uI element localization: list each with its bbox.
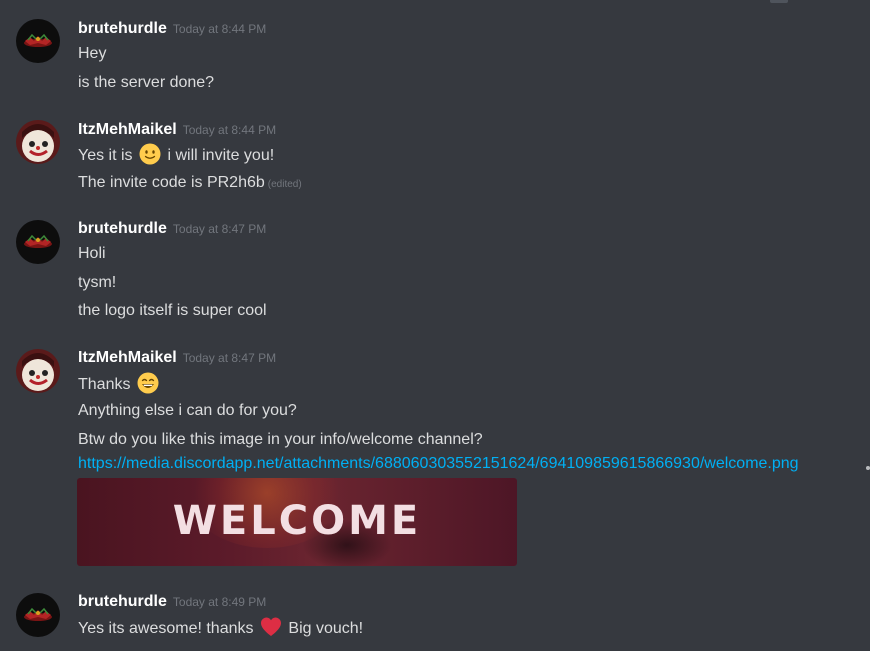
username[interactable]: brutehurdle — [78, 593, 167, 610]
message-text: Holi — [78, 245, 106, 262]
username[interactable]: brutehurdle — [78, 220, 167, 237]
message-text-part: Yes it is — [78, 147, 133, 164]
message-text-part: Yes its awesome! thanks — [78, 620, 254, 637]
message-text: Btw do you like this image in your info/… — [78, 431, 483, 448]
message-timestamp: Today at 8:49 PM — [172, 595, 267, 609]
slightly-smiling-face-emoji[interactable] — [139, 143, 161, 165]
scroll-indicator — [770, 0, 788, 3]
message-timestamp: Today at 8:44 PM — [172, 22, 267, 36]
username[interactable]: ItzMehMaikel — [78, 349, 177, 366]
message-text: Thanks — [78, 372, 161, 394]
message-text: Yes its awesome! thanks Big vouch! — [78, 616, 363, 638]
message-text-part: The invite code is PR2h6b — [78, 174, 265, 191]
avatar[interactable] — [16, 220, 60, 264]
message-text: the logo itself is super cool — [78, 302, 267, 319]
message-timestamp: Today at 8:44 PM — [182, 123, 277, 137]
avatar[interactable] — [16, 593, 60, 637]
avatar[interactable] — [16, 120, 60, 164]
message-timestamp: Today at 8:47 PM — [172, 222, 267, 236]
message-text: Yes it is i will invite you! — [78, 143, 274, 165]
message-text: is the server done? — [78, 74, 215, 91]
grinning-face-emoji[interactable] — [137, 372, 159, 394]
message-text: Hey — [78, 45, 107, 62]
edited-label: (edited) — [267, 179, 302, 190]
welcome-image-attachment[interactable]: WELCOME — [77, 478, 517, 566]
more-icon — [866, 466, 870, 470]
username[interactable]: ItzMehMaikel — [78, 121, 177, 138]
avatar[interactable] — [16, 349, 60, 393]
red-heart-emoji[interactable] — [260, 616, 282, 638]
message-text: The invite code is PR2h6b (edited) — [78, 172, 302, 194]
image-text: WELCOME — [172, 498, 422, 544]
message-text-part: i will invite you! — [167, 147, 275, 164]
message-text-part: Thanks — [78, 376, 131, 393]
message-text: tysm! — [78, 274, 117, 291]
avatar[interactable] — [16, 19, 60, 63]
message-text: https://media.discordapp.net/attachments… — [78, 453, 799, 475]
username[interactable]: brutehurdle — [78, 20, 167, 37]
attachment-link[interactable]: https://media.discordapp.net/attachments… — [78, 455, 799, 472]
message-text-part: Big vouch! — [288, 620, 364, 637]
message-text: Anything else i can do for you? — [78, 402, 297, 419]
chat-messages: brutehurdle Today at 8:44 PM Hey is the s… — [0, 0, 870, 651]
message-timestamp: Today at 8:47 PM — [182, 351, 277, 365]
